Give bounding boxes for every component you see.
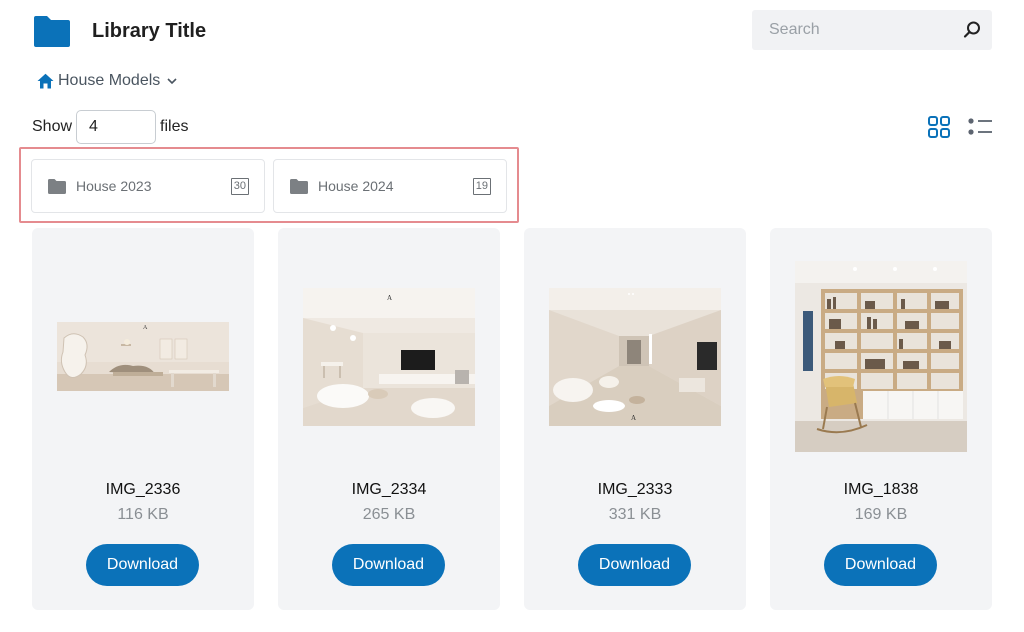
folder-tile[interactable]: House 2023 30 — [31, 159, 265, 213]
file-thumbnail[interactable] — [795, 261, 967, 452]
folder-count-badge: 19 — [472, 178, 491, 195]
svg-text:A: A — [143, 325, 148, 331]
list-view-icon[interactable] — [968, 117, 992, 137]
file-size: 169 KB — [854, 506, 908, 523]
show-files-control: Show files — [32, 110, 188, 144]
header: Library Title — [32, 10, 992, 52]
library-title: Library Title — [92, 20, 207, 42]
download-button[interactable]: Download — [824, 544, 937, 586]
file-name: IMG_2333 — [597, 481, 673, 498]
svg-text:A: A — [631, 414, 636, 422]
breadcrumb-label: House Models — [58, 72, 161, 89]
file-size: 116 KB — [117, 506, 169, 523]
file-name: IMG_2334 — [351, 481, 427, 498]
file-name: IMG_2336 — [105, 481, 181, 498]
folder-icon — [48, 179, 66, 194]
folder-tile[interactable]: House 2024 19 — [273, 159, 507, 213]
grid-view-icon[interactable] — [928, 116, 950, 138]
file-name: IMG_1838 — [843, 481, 919, 498]
search-icon[interactable] — [962, 20, 982, 40]
home-icon — [37, 73, 54, 89]
file-thumbnail[interactable]: A — [549, 288, 721, 426]
folder-icon — [290, 179, 308, 194]
folder-logo-icon — [34, 16, 70, 47]
files-count-input[interactable] — [76, 110, 157, 144]
file-card: A IMG_2336 116 KB Download — [32, 228, 254, 610]
chevron-down-icon — [167, 78, 177, 85]
show-label: Show — [32, 118, 73, 135]
folder-name: House 2024 — [318, 178, 394, 194]
files-label: files — [160, 118, 189, 135]
folder-count-badge: 30 — [230, 178, 249, 195]
file-size: 331 KB — [608, 506, 662, 523]
file-card: A IMG_2334 265 KB Download — [278, 228, 500, 610]
svg-text:A: A — [387, 294, 392, 302]
folder-name: House 2023 — [76, 178, 152, 194]
download-button[interactable]: Download — [86, 544, 199, 586]
file-size: 265 KB — [362, 506, 416, 523]
search-box — [752, 10, 992, 50]
file-thumbnail[interactable]: A — [303, 288, 475, 426]
file-card: A IMG_2333 331 KB Download — [524, 228, 746, 610]
file-thumbnail[interactable]: A — [57, 322, 229, 391]
search-input[interactable] — [752, 10, 952, 50]
file-card: IMG_1838 169 KB Download — [770, 228, 992, 610]
download-button[interactable]: Download — [578, 544, 691, 586]
breadcrumb[interactable]: House Models — [37, 70, 178, 92]
download-button[interactable]: Download — [332, 544, 445, 586]
